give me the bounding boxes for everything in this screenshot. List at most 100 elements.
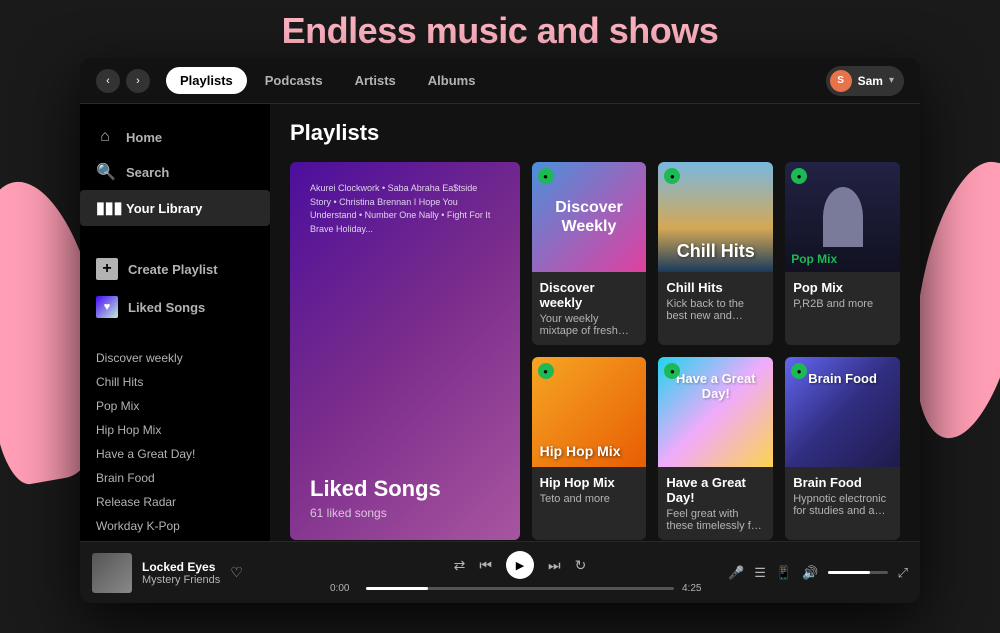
playlist-card-discover-weekly[interactable]: ● DiscoverWeekly Discover weekly Your we… <box>532 162 647 345</box>
queue-button[interactable]: ☰ <box>754 565 766 581</box>
card-title: Pop Mix <box>793 280 892 295</box>
sidebar-create-playlist[interactable]: + Create Playlist <box>80 250 270 288</box>
previous-button[interactable]: ⏮ <box>479 557 492 574</box>
playback-controls: ⇄ ⏮ ▶ ⏭ ↻ <box>454 551 587 579</box>
card-desc: P,R2B and more <box>793 298 892 310</box>
sidebar: ⌂ Home 🔍 Search ▮▮▮ Your Library + Creat… <box>80 104 270 541</box>
user-avatar: S <box>830 70 852 92</box>
playlist-card-liked-songs[interactable]: Akurei Clockwork • Saba Abraha Ea$tside … <box>290 162 520 540</box>
like-button[interactable]: ♡ <box>230 564 243 581</box>
hip-hop-cover: ● Hip Hop Mix <box>532 357 647 467</box>
lyrics-button[interactable]: 🎤 <box>728 565 744 581</box>
content-area: Playlists Akurei Clockwork • Saba Abraha… <box>270 104 920 541</box>
sidebar-playlist-list: Discover weekly Chill Hits Pop Mix Hip H… <box>80 342 270 541</box>
progress-track[interactable] <box>366 587 674 590</box>
search-icon: 🔍 <box>96 162 114 182</box>
devices-button[interactable]: 📱 <box>776 565 792 581</box>
list-item[interactable]: Hip Hop Mix <box>80 418 270 442</box>
playlists-grid: Akurei Clockwork • Saba Abraha Ea$tside … <box>290 162 900 541</box>
progress-fill <box>366 587 428 590</box>
chill-hits-info: Chill Hits Kick back to the best new and… <box>658 272 773 330</box>
now-playing-center: ⇄ ⏮ ▶ ⏭ ↻ 0:00 4:25 <box>312 551 728 594</box>
next-button[interactable]: ⏭ <box>548 557 561 574</box>
playlist-card-chill-hits[interactable]: ● Chill Hits Chill Hits Kick back to the… <box>658 162 773 345</box>
tab-artists[interactable]: Artists <box>341 67 410 94</box>
liked-songs-icon: ♥ <box>96 296 118 318</box>
sidebar-item-search[interactable]: 🔍 Search <box>80 154 270 190</box>
shuffle-button[interactable]: ⇄ <box>454 557 466 574</box>
fullscreen-button[interactable]: ⤢ <box>898 565 908 581</box>
sidebar-liked-label: Liked Songs <box>128 300 205 315</box>
spotify-badge: ● <box>664 168 680 184</box>
top-bar: ‹ › Playlists Podcasts Artists Albums S … <box>80 58 920 104</box>
great-day-info: Have a Great Day! Feel great with these … <box>658 467 773 540</box>
card-title: Chill Hits <box>666 280 765 295</box>
sidebar-liked-songs[interactable]: ♥ Liked Songs <box>80 288 270 326</box>
spotify-badge: ● <box>538 168 554 184</box>
card-desc: Your weekly mixtape of fresh music. Enjo… <box>540 313 639 337</box>
liked-songs-cover: Akurei Clockwork • Saba Abraha Ea$tside … <box>290 162 520 540</box>
sidebar-label-library: Your Library <box>126 201 202 216</box>
chevron-down-icon: ▾ <box>889 75 894 86</box>
volume-control[interactable] <box>828 571 887 574</box>
list-item[interactable]: Have a Great Day! <box>80 442 270 466</box>
chill-hits-label: Chill Hits <box>677 241 755 262</box>
card-desc: Kick back to the best new and recent chi… <box>666 298 765 322</box>
tab-albums[interactable]: Albums <box>414 67 490 94</box>
sidebar-label-search: Search <box>126 165 169 180</box>
sidebar-item-library[interactable]: ▮▮▮ Your Library <box>80 190 270 226</box>
card-title: Brain Food <box>793 475 892 490</box>
great-day-label: Have a Great Day! <box>668 371 763 401</box>
list-item[interactable]: Chill Hits <box>80 370 270 394</box>
tab-podcasts[interactable]: Podcasts <box>251 67 337 94</box>
library-icon: ▮▮▮ <box>96 198 114 218</box>
now-playing-left: Locked Eyes Mystery Friends ♡ <box>92 553 312 593</box>
back-button[interactable]: ‹ <box>96 69 120 93</box>
home-icon: ⌂ <box>96 128 114 146</box>
chill-hits-cover: ● Chill Hits <box>658 162 773 272</box>
list-item[interactable]: Release Radar <box>80 490 270 514</box>
forward-button[interactable]: › <box>126 69 150 93</box>
card-title: Hip Hop Mix <box>540 475 639 490</box>
now-playing-right: 🎤 ☰ 📱 🔊 ⤢ <box>728 565 908 581</box>
sidebar-item-home[interactable]: ⌂ Home <box>80 120 270 154</box>
user-menu[interactable]: S Sam ▾ <box>826 66 904 96</box>
track-info: Locked Eyes Mystery Friends <box>142 560 220 586</box>
hip-hop-label: Hip Hop Mix <box>540 443 621 459</box>
playlist-card-great-day[interactable]: ● Have a Great Day! Have a Great Day! Fe… <box>658 357 773 540</box>
track-artist: Mystery Friends <box>142 574 220 586</box>
playlist-card-brain-food[interactable]: ● Brain Food Brain Food Hypnotic electro… <box>785 357 900 540</box>
progress-bar: 0:00 4:25 <box>330 583 710 594</box>
list-item[interactable]: Pop Mix <box>80 394 270 418</box>
content-title: Playlists <box>290 120 900 146</box>
liked-songs-tracks-preview: Akurei Clockwork • Saba Abraha Ea$tside … <box>310 182 500 236</box>
discover-weekly-info: Discover weekly Your weekly mixtape of f… <box>532 272 647 345</box>
play-pause-button[interactable]: ▶ <box>506 551 534 579</box>
liked-songs-title: Liked Songs <box>310 476 500 502</box>
brain-food-info: Brain Food Hypnotic electronic for studi… <box>785 467 900 525</box>
track-name: Locked Eyes <box>142 560 220 574</box>
card-desc: Feel great with these timelessly fun son… <box>666 508 765 532</box>
main-layout: ⌂ Home 🔍 Search ▮▮▮ Your Library + Creat… <box>80 104 920 541</box>
sidebar-create-label: Create Playlist <box>128 262 218 277</box>
playlist-card-pop-mix[interactable]: ● Pop Mix Pop Mix P,R2B and more <box>785 162 900 345</box>
card-desc: Teto and more <box>540 493 639 505</box>
card-title: Have a Great Day! <box>666 475 765 505</box>
sidebar-label-home: Home <box>126 130 162 145</box>
album-thumbnail <box>92 553 132 593</box>
list-item[interactable]: Workday K-Pop <box>80 514 270 538</box>
sidebar-nav: ⌂ Home 🔍 Search ▮▮▮ Your Library <box>80 112 270 234</box>
tab-playlists[interactable]: Playlists <box>166 67 247 94</box>
volume-icon: 🔊 <box>802 565 818 581</box>
time-current: 0:00 <box>330 583 358 594</box>
tab-bar: Playlists Podcasts Artists Albums <box>166 67 826 94</box>
liked-songs-count: 61 liked songs <box>310 506 500 520</box>
discover-weekly-cover: ● DiscoverWeekly <box>532 162 647 272</box>
card-title: Discover weekly <box>540 280 639 310</box>
playlist-card-hip-hop-mix[interactable]: ● Hip Hop Mix Hip Hop Mix Teto and more <box>532 357 647 540</box>
repeat-button[interactable]: ↻ <box>575 557 587 574</box>
list-item[interactable]: Brain Food <box>80 466 270 490</box>
nav-arrows: ‹ › <box>96 69 150 93</box>
page-headline: Endless music and shows <box>0 10 1000 52</box>
list-item[interactable]: Discover weekly <box>80 346 270 370</box>
